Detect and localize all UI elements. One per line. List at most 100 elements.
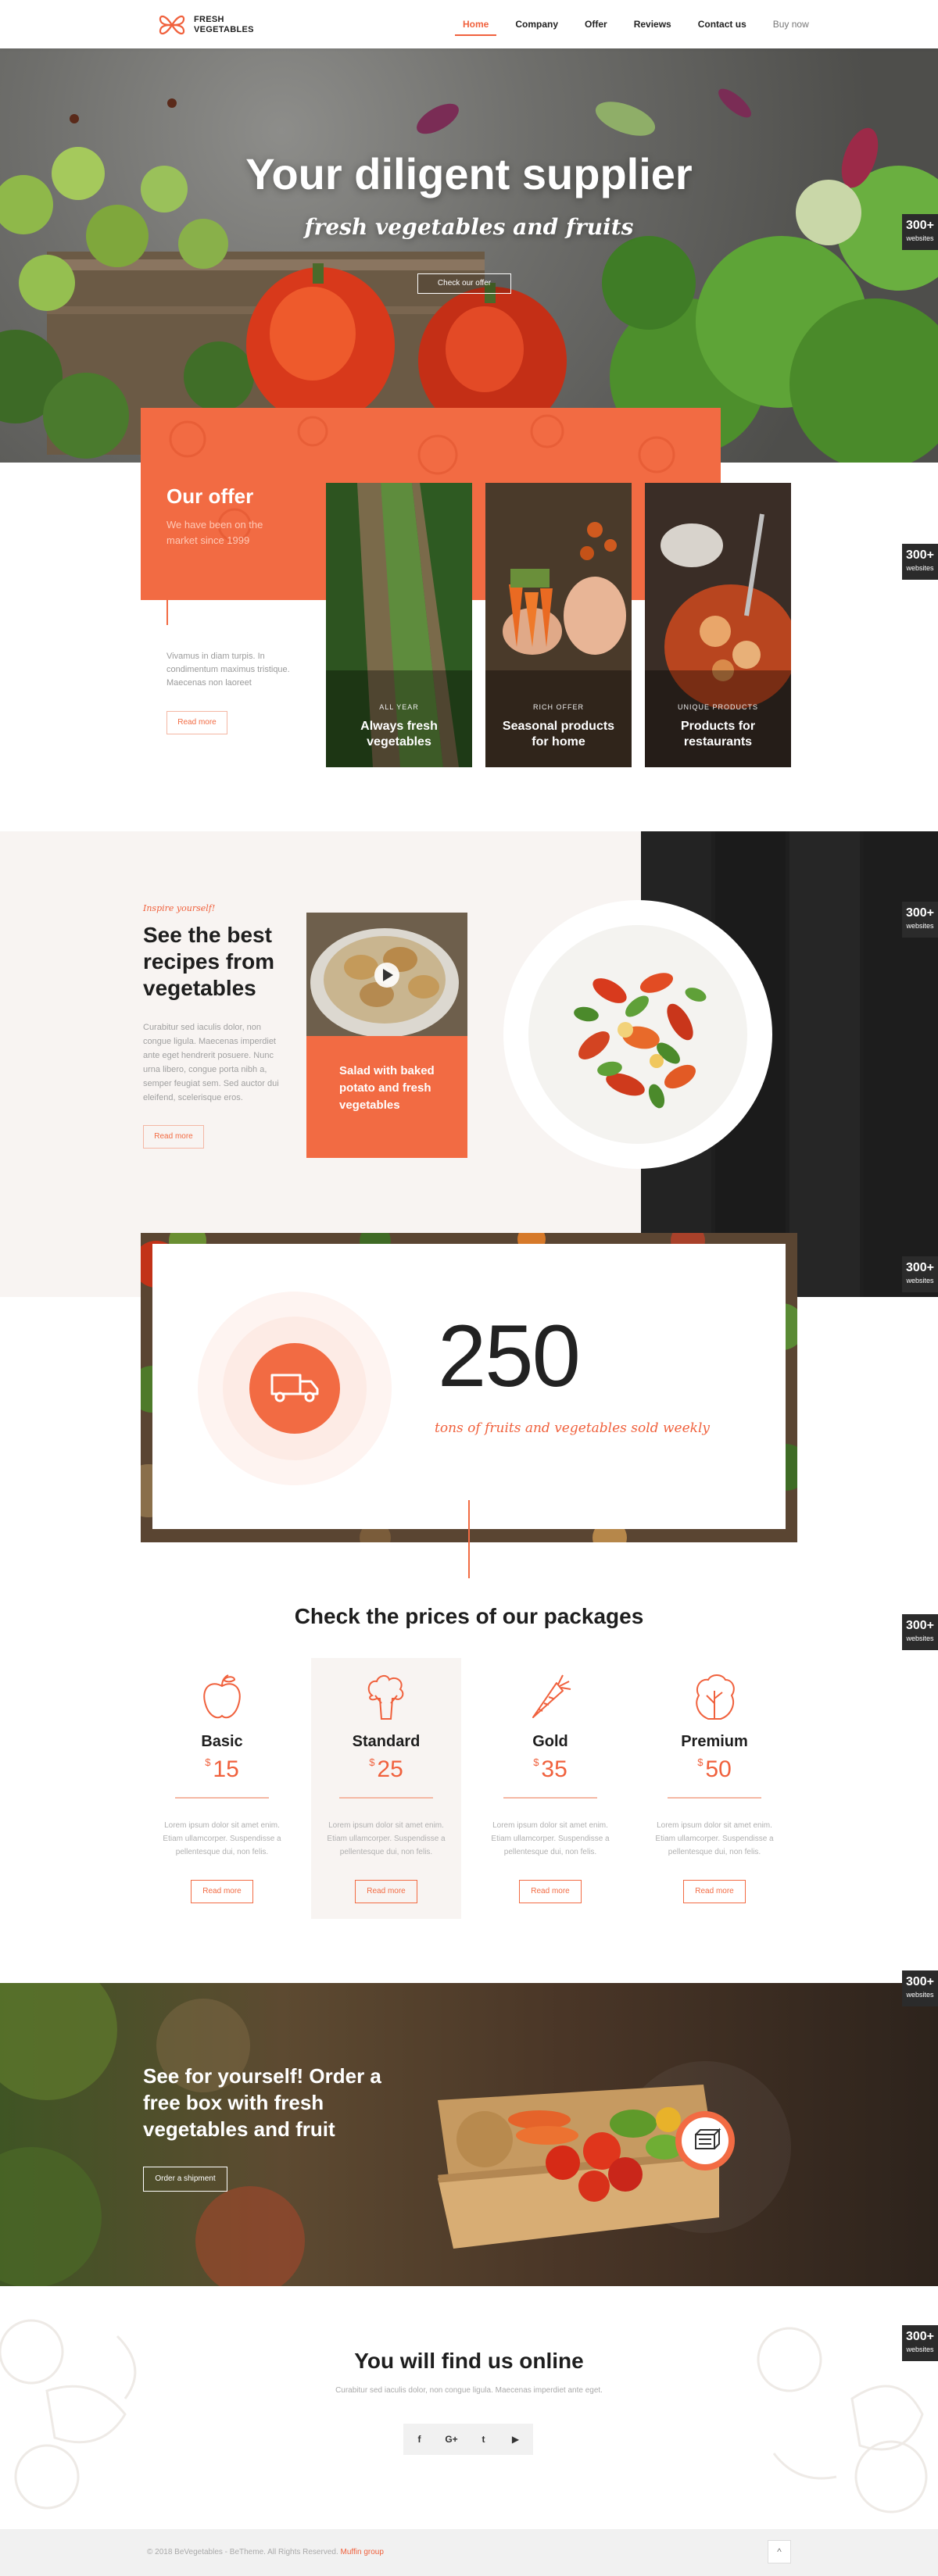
order-title: See for yourself! Order a free box with … <box>143 2064 381 2141</box>
package-price-value: 35 <box>541 1756 567 1782</box>
main-nav: Home Company Offer Reviews Contact us Bu… <box>454 0 834 48</box>
offer-read-more-button[interactable]: Read more <box>166 711 227 734</box>
side-badge-number: 300+ <box>905 2330 935 2343</box>
nav-home[interactable]: Home <box>454 14 497 36</box>
offer-lead: We have been on the market since 1999 <box>166 519 263 546</box>
offer-card-restaurants[interactable]: UNIQUE PRODUCTS Products for restaurants <box>645 483 791 767</box>
package-name: Gold <box>532 1733 568 1750</box>
decorative-vegetables-left <box>0 2319 137 2510</box>
nav-company[interactable]: Company <box>514 14 560 34</box>
side-badge-websites[interactable]: 300+ websites <box>902 1614 938 1650</box>
recipes-description: Curabitur sed iaculis dolor, non congue … <box>143 1023 279 1102</box>
package-description: Lorem ipsum dolor sit amet enim. Etiam u… <box>163 1821 281 1856</box>
divider <box>668 1797 761 1799</box>
side-badge-label: websites <box>906 1635 934 1642</box>
counter-value: 250 <box>438 1307 581 1405</box>
card-title: Always fresh vegetables <box>360 720 438 749</box>
package-price-value: 25 <box>377 1756 403 1782</box>
side-badge-number: 300+ <box>905 219 935 232</box>
check-offer-button[interactable]: Check our offer <box>417 273 511 294</box>
online-subtitle: Curabitur sed iaculis dolor, non congue … <box>335 2386 603 2395</box>
potatoes-image <box>306 913 467 1038</box>
card-kicker: ALL YEAR <box>379 703 419 711</box>
price-package-premium: Premium $50 Lorem ipsum dolor sit amet e… <box>639 1658 789 1919</box>
logo-line-1: FRESH <box>194 15 224 24</box>
package-description: Lorem ipsum dolor sit amet enim. Etiam u… <box>655 1821 774 1856</box>
offer-description: Vivamus in diam turpis. In condimentum m… <box>166 652 290 688</box>
side-badge-websites[interactable]: 300+ websites <box>902 1970 938 2006</box>
order-badge <box>675 2111 735 2170</box>
footer-link[interactable]: Muffin group <box>341 2548 384 2556</box>
twitter-icon[interactable]: t <box>467 2424 499 2455</box>
recipes-read-more-button[interactable]: Read more <box>143 1125 204 1149</box>
side-badge-label: websites <box>906 922 934 930</box>
side-badge-websites[interactable]: 300+ websites <box>902 544 938 580</box>
social-links: f G+ t ▶ <box>403 2424 533 2455</box>
footer-copyright: © 2018 BeVegetables - BeTheme. All Right… <box>147 2548 384 2556</box>
currency-symbol: $ <box>205 1756 211 1768</box>
package-read-more-button[interactable]: Read more <box>191 1880 253 1903</box>
potato-card-label[interactable]: Salad with baked potato and fresh vegeta… <box>306 1036 467 1158</box>
facebook-icon[interactable]: f <box>403 2424 435 2455</box>
side-badge-label: websites <box>906 1991 934 1999</box>
divider <box>339 1797 433 1799</box>
card-title: Products for restaurants <box>680 720 756 749</box>
package-description: Lorem ipsum dolor sit amet enim. Etiam u… <box>327 1821 446 1856</box>
package-price: $15 <box>147 1756 297 1783</box>
side-badge-label: websites <box>906 1277 934 1284</box>
offer-card-fresh-vegetables[interactable]: ALL YEAR Always fresh vegetables <box>326 483 472 767</box>
package-read-more-button[interactable]: Read more <box>355 1880 417 1903</box>
nav-contact[interactable]: Contact us <box>696 14 748 34</box>
side-badge-label: websites <box>906 234 934 242</box>
divider <box>166 572 168 625</box>
broccoli-icon <box>367 1675 404 1720</box>
lettuce-icon <box>696 1674 735 1720</box>
side-badge-websites[interactable]: 300+ websites <box>902 902 938 938</box>
package-name: Basic <box>201 1733 243 1750</box>
side-badge-websites[interactable]: 300+ websites <box>902 1256 938 1292</box>
site-footer: © 2018 BeVegetables - BeTheme. All Right… <box>0 2529 938 2576</box>
side-badge-websites[interactable]: 300+ websites <box>902 2325 938 2361</box>
nav-reviews[interactable]: Reviews <box>632 14 673 34</box>
online-title: You will find us online <box>354 2349 584 2373</box>
price-package-basic: Basic $15 Lorem ipsum dolor sit amet eni… <box>147 1658 297 1919</box>
logo[interactable]: FRESH VEGETABLES <box>156 9 266 41</box>
nav-buy-now[interactable]: Buy now <box>772 14 811 34</box>
divider <box>468 1500 470 1578</box>
side-badge-number: 300+ <box>905 1619 935 1632</box>
carrot-icon <box>532 1674 571 1718</box>
currency-symbol: $ <box>533 1756 539 1768</box>
side-badge-label: websites <box>906 564 934 572</box>
currency-symbol: $ <box>369 1756 375 1768</box>
currency-symbol: $ <box>697 1756 704 1768</box>
package-price: $25 <box>311 1756 461 1783</box>
order-shipment-button[interactable]: Order a shipment <box>143 2167 227 2192</box>
package-price: $50 <box>639 1756 789 1783</box>
hero-title: Your diligent supplier <box>245 149 693 198</box>
price-package-standard: Standard $25 Lorem ipsum dolor sit amet … <box>311 1658 461 1919</box>
package-read-more-button[interactable]: Read more <box>519 1880 582 1903</box>
youtube-icon[interactable]: ▶ <box>499 2424 532 2455</box>
counter-label: tons of fruits and vegetables sold weekl… <box>435 1420 710 1436</box>
package-price-value: 50 <box>705 1756 732 1782</box>
crate-vegetables-image <box>0 1983 791 2286</box>
package-read-more-button[interactable]: Read more <box>683 1880 746 1903</box>
copyright-text: © 2018 BeVegetables - BeTheme. All Right… <box>147 2548 338 2556</box>
side-badge-label: websites <box>906 2346 934 2353</box>
nav-offer[interactable]: Offer <box>583 14 609 34</box>
site-header: FRESH VEGETABLES Home Company Offer Revi… <box>0 0 938 48</box>
logo-line-2: VEGETABLES <box>194 25 254 34</box>
offer-card-seasonal-products[interactable]: RICH OFFER Seasonal products for home <box>485 483 632 767</box>
google-plus-icon[interactable]: G+ <box>435 2424 467 2455</box>
salad-plate-image <box>503 900 772 1169</box>
chevron-up-icon[interactable]: ^ <box>768 2540 791 2563</box>
side-badge-number: 300+ <box>905 1261 935 1274</box>
package-name: Standard <box>352 1733 421 1750</box>
prices-title: Check the prices of our packages <box>294 1604 644 1628</box>
card-title: Seasonal products for home <box>502 720 615 749</box>
butterfly-leaf-icon <box>159 15 185 35</box>
recipes-title: See the best recipes from vegetables <box>143 923 275 1000</box>
price-package-gold: Gold $35 Lorem ipsum dolor sit amet enim… <box>475 1658 625 1919</box>
side-badge-websites[interactable]: 300+ websites <box>902 214 938 250</box>
package-description: Lorem ipsum dolor sit amet enim. Etiam u… <box>491 1821 610 1856</box>
